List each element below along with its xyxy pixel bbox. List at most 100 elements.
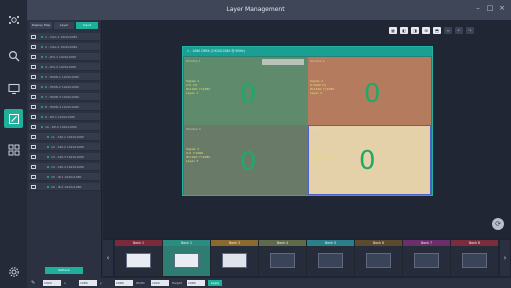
toolbar-button[interactable]: ↷ <box>466 27 474 34</box>
window-name: Window 3 <box>186 127 201 131</box>
layer-list-item[interactable]: 11 - SDI-1 1920x1080 <box>29 133 100 141</box>
layer-window-4-selected[interactable]: Window 4 Signal: 4 X:1920 Y:1080 W:1920 … <box>308 125 431 195</box>
layer-edit-icon[interactable] <box>4 109 23 128</box>
bank-thumbnail <box>462 253 487 268</box>
layer-panel: Display Disp Layer Input 1 - VGA-1 1920x… <box>27 20 102 278</box>
tab-display[interactable]: Display Disp <box>30 22 52 29</box>
layer-list-item[interactable]: 13 - SDI-3 1920x1080 <box>29 153 100 161</box>
bank-4[interactable]: Bank 4 <box>259 240 306 276</box>
bank-6[interactable]: Bank 6 <box>355 240 402 276</box>
bank-thumbnail <box>414 253 439 268</box>
window-toolbar[interactable] <box>262 59 304 65</box>
grid-icon[interactable] <box>4 140 23 159</box>
value-field[interactable]: 1920 <box>151 280 169 286</box>
toolbar-button[interactable]: ↶ <box>455 27 463 34</box>
bank-next-arrow[interactable]: › <box>500 240 510 276</box>
input-source-icon <box>31 125 36 129</box>
bank-thumbnail <box>126 253 151 268</box>
monitor-icon[interactable] <box>4 79 23 98</box>
layer-window-2[interactable]: Window 2 Signal: 2 X:1920 Y:0 W:1920 H:1… <box>308 57 431 125</box>
toolbar-button[interactable]: ⊞ <box>422 27 430 34</box>
layer-list-item[interactable]: 16 - IP-2 1920x1080 <box>29 183 100 191</box>
status-dot-icon <box>47 156 49 158</box>
field-label: Height <box>172 281 182 285</box>
refresh-icon[interactable]: ⟳ <box>492 218 504 230</box>
layer-list-item[interactable]: 9 - DP-1 1920x1080 <box>29 113 100 121</box>
input-source-icon <box>31 165 36 169</box>
gear-icon[interactable] <box>4 262 23 281</box>
layer-list-item[interactable]: 15 - IP-1 1920x1080 <box>29 173 100 181</box>
bank-5[interactable]: Bank 5 <box>307 240 354 276</box>
window-name: Window 4 <box>311 128 326 132</box>
layer-canvas[interactable]: ▦ ◧ ◨ ⊞ ⬒ ≡ ↶ ↷ 1 - 1080 DMIX (1920X1080 @ 60Hz… <box>103 20 511 238</box>
input-source-icon <box>31 75 36 79</box>
bank-thumbnail <box>366 253 391 268</box>
window-index: 0 <box>359 146 376 176</box>
field-label: y <box>100 281 102 285</box>
window-name: Window 2 <box>310 59 325 63</box>
bank-thumbnail <box>270 253 295 268</box>
bank-7[interactable]: Bank 7 <box>403 240 450 276</box>
field-label: x <box>64 281 66 285</box>
value-field[interactable]: 1920 <box>43 280 61 286</box>
value-field[interactable]: 1080 <box>187 280 205 286</box>
layer-window-3[interactable]: Window 3 Signal: 3 X:0 Y:1080 W:1920 H:1… <box>184 125 308 195</box>
close-icon[interactable]: × <box>498 4 506 12</box>
bank-1[interactable]: Bank 1 <box>115 240 162 276</box>
value-field[interactable]: 1080 <box>79 280 97 286</box>
apply-button[interactable]: Apply <box>208 280 222 286</box>
layer-list-item[interactable]: 10 - DP-2 1920x1080 <box>29 123 100 131</box>
layer-label: 12 - SDI-2 1920x1080 <box>51 145 84 149</box>
bank-label: Bank 7 <box>403 240 450 246</box>
layer-label: 1 - VGA-1 1920x1080 <box>45 35 78 39</box>
bank-label: Bank 8 <box>451 240 498 246</box>
toolbar-button[interactable]: ⬒ <box>433 27 441 34</box>
maximize-icon[interactable]: □ <box>486 4 494 12</box>
status-dot-icon <box>47 166 49 168</box>
lock-icon[interactable]: ✎ <box>31 280 39 286</box>
layer-label: 11 - SDI-1 1920x1080 <box>51 135 84 139</box>
bank-label: Bank 2 <box>163 240 210 246</box>
icon-rail <box>0 0 27 288</box>
tab-layer[interactable]: Layer <box>54 22 74 29</box>
layer-list-item[interactable]: 5 - HDMI-1 1920x1080 <box>29 73 100 81</box>
layer-list-item[interactable]: 4 - DVI-2 1920x1080 <box>29 63 100 71</box>
layer-label: 9 - DP-1 1920x1080 <box>45 115 75 119</box>
layer-list-item[interactable]: 1 - VGA-1 1920x1080 <box>29 33 100 41</box>
bank-prev-arrow[interactable]: ‹ <box>103 240 113 276</box>
layer-list-item[interactable]: 3 - DVI-1 1920x1080 <box>29 53 100 61</box>
input-source-icon <box>31 55 36 59</box>
input-source-icon <box>31 175 36 179</box>
toolbar-button[interactable]: ▦ <box>389 27 397 34</box>
toolbar-button[interactable]: ≡ <box>444 27 452 34</box>
layer-window-1[interactable]: Window 1 Signal: 1 X:0 Y:0 W:1920 H:1080… <box>184 57 308 125</box>
bank-thumbnail <box>318 253 343 268</box>
tab-input[interactable]: Input <box>76 22 98 29</box>
layer-list-item[interactable]: 2 - VGA-2 1920x1080 <box>29 43 100 51</box>
refresh-button[interactable]: Refresh <box>45 267 83 274</box>
layer-list-item[interactable]: 7 - HDMI-3 1920x1080 <box>29 93 100 101</box>
layer-list-item[interactable]: 8 - HDMI-4 1920x1080 <box>29 103 100 111</box>
bank-label: Bank 6 <box>355 240 402 246</box>
toolbar-button[interactable]: ◧ <box>400 27 408 34</box>
window-info: Signal: 4 X:1920 Y:1080 W:1920 H:1080 La… <box>311 148 336 164</box>
bank-8[interactable]: Bank 8 <box>451 240 498 276</box>
window-name: Window 1 <box>186 59 201 63</box>
input-source-icon <box>31 155 36 159</box>
window-index: 0 <box>240 147 257 177</box>
value-field[interactable]: 1080 <box>115 280 133 286</box>
minimize-icon[interactable]: – <box>474 4 482 12</box>
layer-list-item[interactable]: 12 - SDI-2 1920x1080 <box>29 143 100 151</box>
search-icon[interactable] <box>4 46 23 65</box>
window-index: 0 <box>364 79 381 109</box>
output-screen[interactable]: 1 - 1080 DMIX (1920X1080 @ 60Hz) Window … <box>182 46 433 196</box>
toolbar-button[interactable]: ◨ <box>411 27 419 34</box>
layer-list-item[interactable]: 14 - SDI-4 1920x1080 <box>29 163 100 171</box>
settings-cluster-icon[interactable] <box>4 10 23 29</box>
layer-list-item[interactable]: 6 - HDMI-2 1920x1080 <box>29 83 100 91</box>
bank-strip: ‹ Bank 1 Bank 2 Bank 3 Bank 4 Bank 5 Bank 6 Ba… <box>103 238 511 278</box>
bank-2[interactable]: Bank 2 <box>163 240 210 276</box>
status-dot-icon <box>41 46 43 48</box>
input-source-icon <box>31 95 36 99</box>
bank-3[interactable]: Bank 3 <box>211 240 258 276</box>
